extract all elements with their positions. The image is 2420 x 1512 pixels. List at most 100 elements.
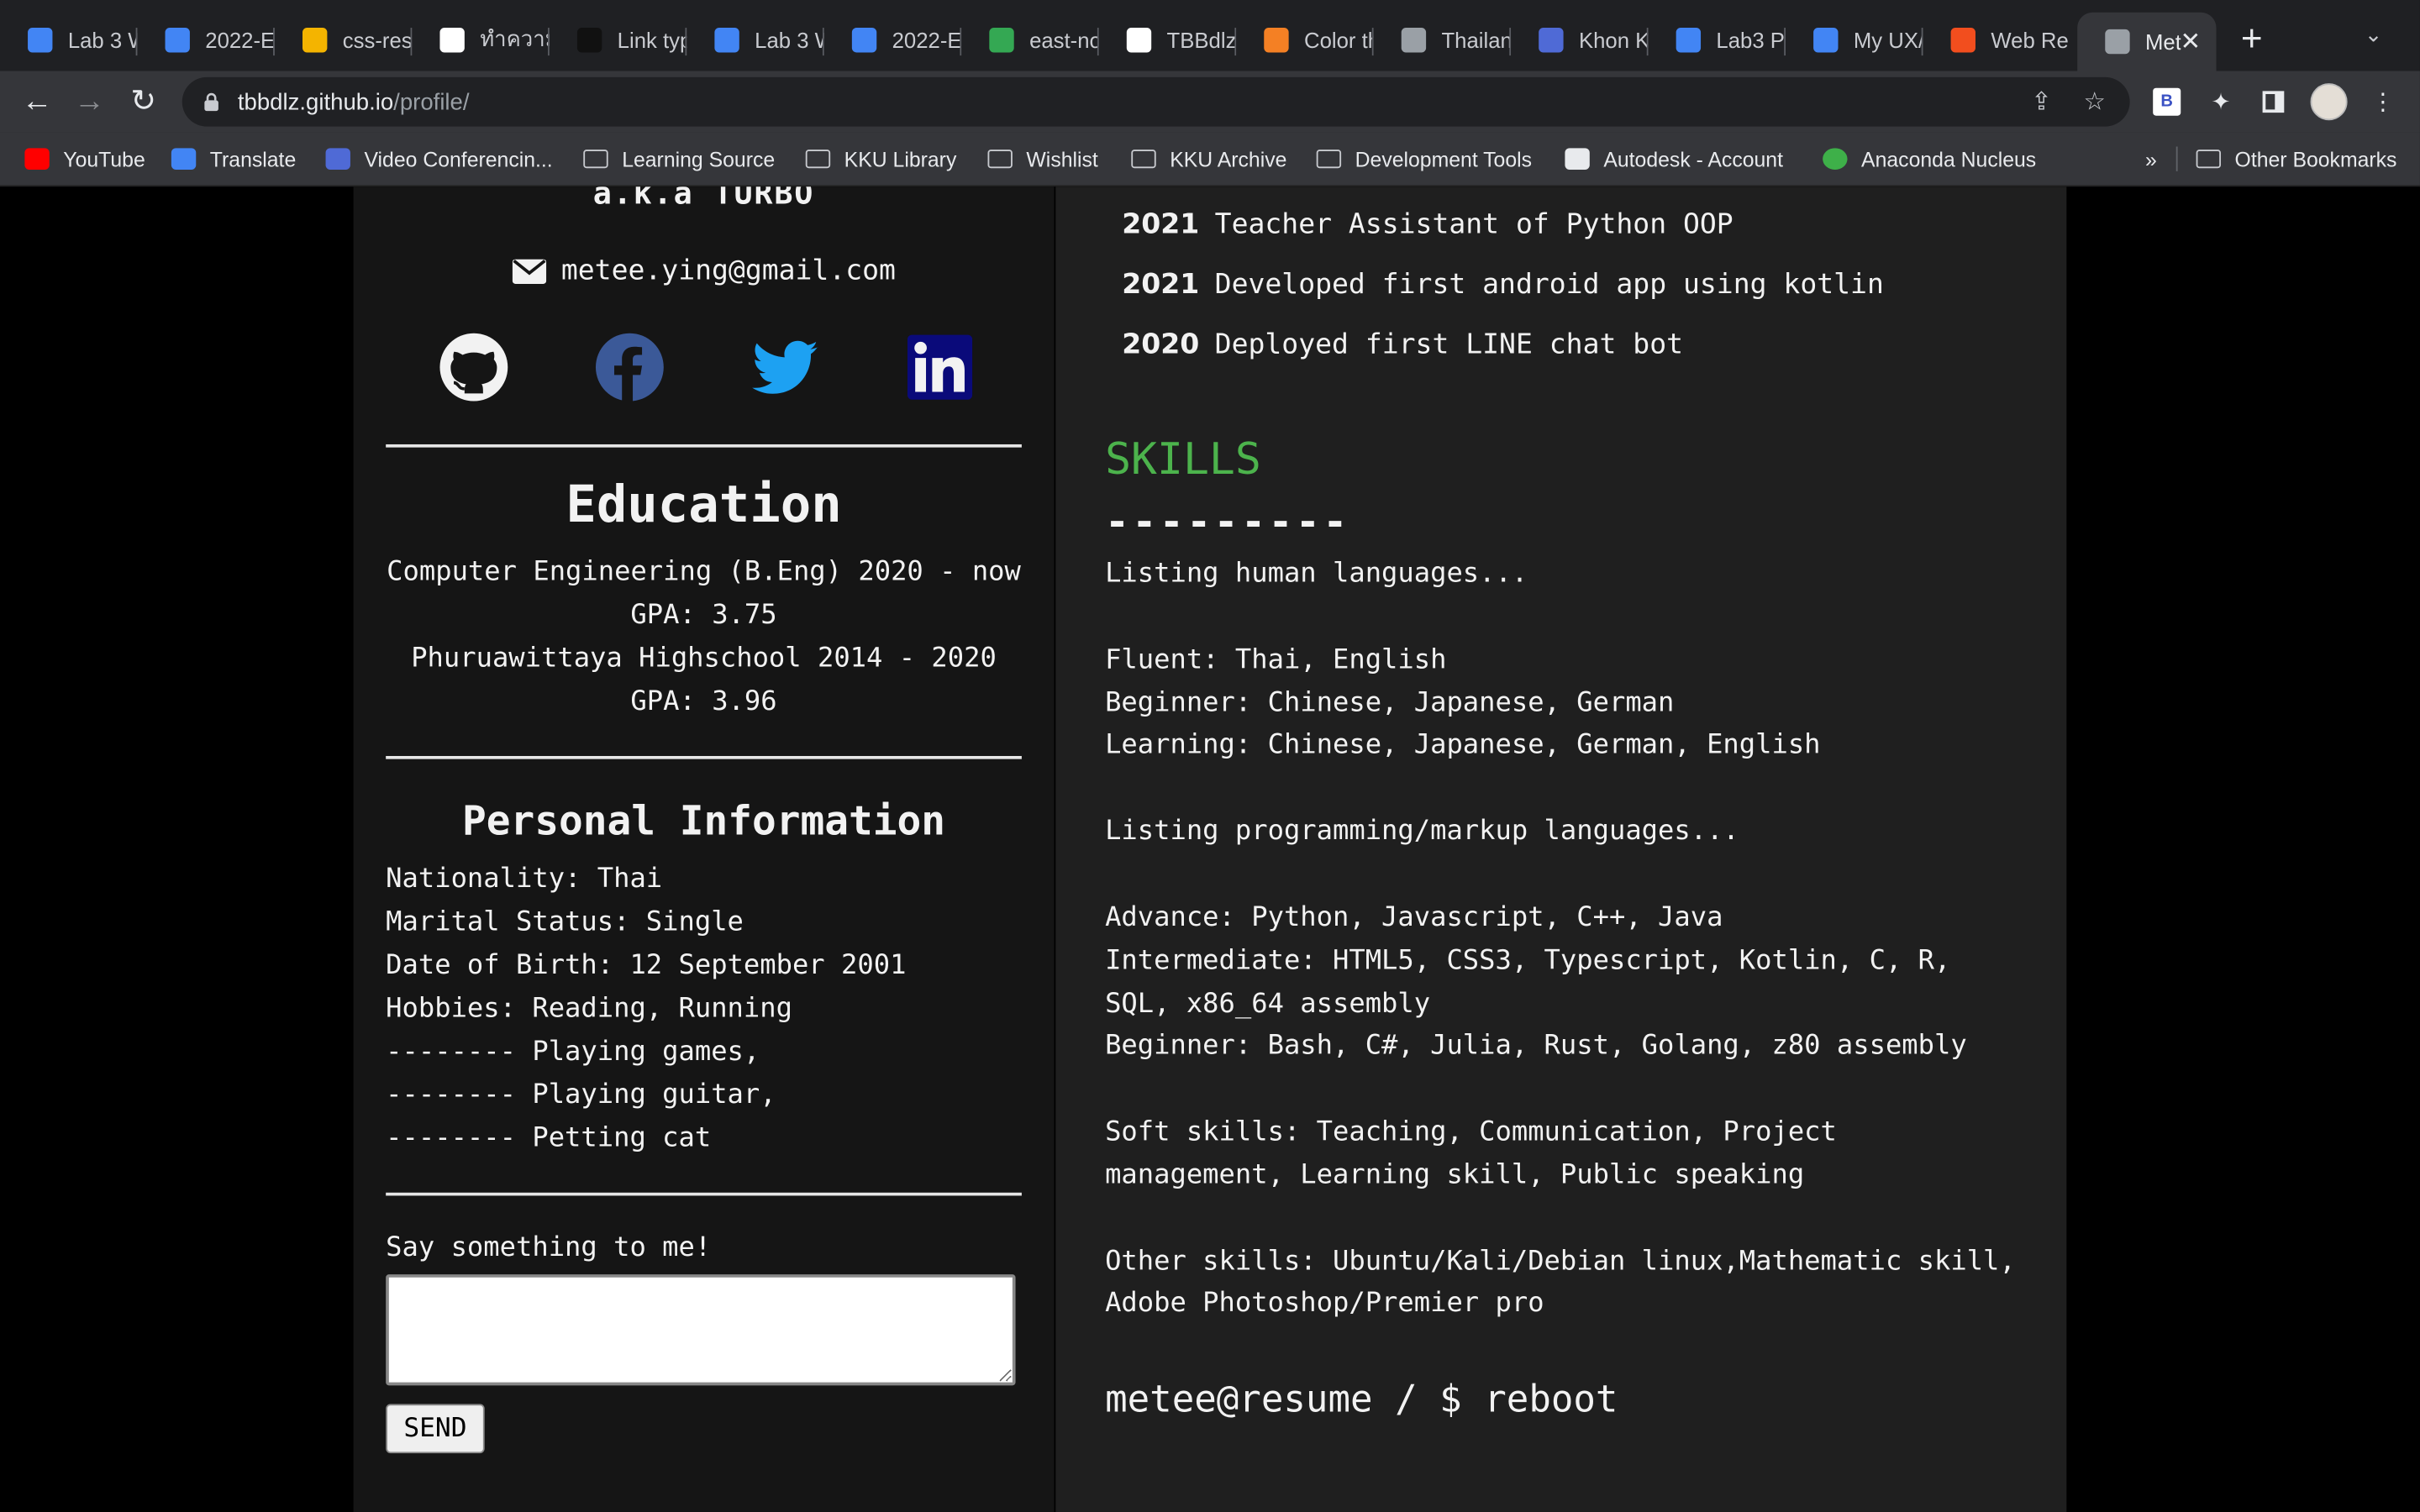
new-tab-button[interactable]: +	[2233, 18, 2270, 61]
address-bar[interactable]: tbbdlz.github.io/profile/ ⇪ ☆	[182, 76, 2130, 127]
bookmark-item[interactable]: Development Tools	[1316, 144, 1533, 175]
tab-title: Thailan	[1441, 28, 1512, 53]
skills-heading: SKILLS	[1105, 433, 1261, 485]
google-slides-icon	[302, 28, 328, 53]
personal-info-line: Nationality: Thai	[386, 864, 663, 895]
tab-title: 2022-E	[892, 28, 962, 53]
linkedin-icon[interactable]	[904, 332, 975, 402]
skills-divider: ---------	[1105, 500, 1350, 547]
close-icon[interactable]: ✕	[2181, 26, 2202, 57]
puzzle-icon[interactable]: ✦	[2204, 85, 2238, 118]
tab-title: Khon K	[1578, 28, 1649, 53]
tab[interactable]: Khon K	[1511, 13, 1649, 68]
email-link[interactable]: metee.ying@gmail.com	[354, 255, 1055, 287]
tab[interactable]: My UX/	[1786, 13, 1923, 68]
send-button[interactable]: SEND	[386, 1404, 485, 1454]
tab[interactable]: Lab 3 W	[0, 13, 138, 68]
tab[interactable]: east-no	[961, 13, 1099, 68]
kebab-menu-icon[interactable]: ⋮	[2366, 85, 2400, 118]
message-textarea[interactable]	[386, 1274, 1016, 1386]
bookmark-label: YouTube	[63, 147, 145, 171]
bookmark-divider	[2175, 146, 2178, 171]
github-icon	[1126, 28, 1152, 53]
bookmarks-overflow-button[interactable]: »	[2145, 144, 2157, 175]
bookmark-item[interactable]: Anaconda Nucleus	[1823, 144, 2036, 175]
medium-icon	[576, 28, 602, 53]
skills-line: Listing human languages...	[1105, 558, 1528, 590]
tab-title: Met	[2145, 29, 2181, 55]
tab[interactable]: 2022-E	[137, 13, 275, 68]
skills-line: Fluent: Thai, English	[1105, 644, 1447, 675]
tab-title: Lab 3 W	[67, 28, 138, 53]
google-docs-icon	[165, 28, 190, 53]
bookmark-label: KKU Library	[844, 147, 957, 171]
back-arrow-icon[interactable]: ←	[17, 81, 57, 122]
browser-window: Lab 3 W 2022-E css-res ทำความ Link typ Lab 3 …	[0, 0, 2420, 1512]
divider	[386, 1192, 1022, 1196]
skills-line: Listing programming/markup languages...	[1105, 816, 1739, 848]
share-icon[interactable]: ⇪	[2031, 77, 2052, 127]
google-docs-icon	[851, 28, 877, 53]
globe-icon	[1401, 28, 1427, 53]
google-classroom-icon	[714, 28, 739, 53]
bookmark-label: KKU Archive	[1170, 147, 1287, 171]
other-bookmarks[interactable]: Other Bookmarks	[2196, 144, 2396, 175]
tab[interactable]: Link typ	[550, 13, 687, 68]
tab[interactable]: css-res	[275, 13, 413, 68]
skills-line: Beginner: Chinese, Japanese, German	[1105, 687, 1675, 719]
bookmark-item[interactable]: Autodesk - Account	[1565, 144, 1783, 175]
reload-icon[interactable]: ↻	[124, 81, 164, 122]
resume-main: 2021 Teacher Assistant of Python OOP 2021…	[1055, 186, 2067, 1512]
tab[interactable]: TBBdlz	[1099, 13, 1237, 68]
bookmark-item[interactable]: KKU Archive	[1131, 144, 1286, 175]
anaconda-icon	[1823, 148, 1848, 171]
extension-b-icon[interactable]: B	[2150, 85, 2184, 118]
bookmark-item[interactable]: Learning Source	[583, 144, 775, 175]
divider	[386, 755, 1022, 759]
github-icon[interactable]	[439, 332, 509, 402]
tab[interactable]: ทำความ	[412, 13, 550, 68]
forward-arrow-icon[interactable]: →	[70, 81, 110, 122]
bookmark-item[interactable]: Wishlist	[987, 144, 1098, 175]
google-translate-icon	[171, 148, 197, 171]
tab-title: Lab 3 W	[755, 28, 824, 53]
terminal-prompt: metee@resume / $ reboot	[1105, 1378, 1618, 1421]
divider	[386, 444, 1022, 448]
profile-sidebar: a.k.a TURBO metee.ying@gmail.com Educati…	[353, 186, 1055, 1512]
bookmark-item[interactable]: Translate	[171, 144, 296, 175]
tab[interactable]: Lab 3 W	[687, 13, 824, 68]
timeline-item: 2021 Developed first android app using ko…	[1122, 269, 1884, 302]
skills-line: SQL, x86_64 assembly	[1105, 988, 1431, 1020]
star-icon[interactable]: ☆	[2084, 77, 2106, 127]
bookmark-label: Development Tools	[1355, 147, 1533, 171]
chevron-down-icon[interactable]: ⌄	[2365, 22, 2383, 48]
bookmark-item[interactable]: KKU Library	[805, 144, 957, 175]
facebook-icon[interactable]	[594, 332, 665, 402]
tab[interactable]: Thailan	[1374, 13, 1512, 68]
skills-line: Advance: Python, Javascript, C++, Java	[1105, 902, 1723, 933]
bookmark-item[interactable]: Video Conferencin...	[325, 144, 553, 175]
tab[interactable]: Lab3 P	[1649, 13, 1786, 68]
avatar[interactable]	[2309, 81, 2349, 122]
personal-info-line: -------- Playing guitar,	[386, 1079, 776, 1111]
tab[interactable]: Met ✕	[2077, 12, 2217, 71]
tab-title: Lab3 P	[1716, 28, 1785, 53]
skills-line: management, Learning skill, Public speak…	[1105, 1159, 1805, 1191]
bookmark-label: Anaconda Nucleus	[1861, 147, 2037, 171]
timeline-item: 2020 Deployed first LINE chat bot	[1122, 328, 1683, 361]
timeline-year: 2020	[1122, 328, 1200, 361]
bookmark-label: Learning Source	[622, 147, 776, 171]
folder-icon	[583, 150, 608, 169]
tab[interactable]: 2022-E	[824, 13, 962, 68]
education-line: Computer Engineering (B.Eng) 2020 - now	[387, 557, 1021, 588]
folder-icon	[987, 150, 1013, 169]
tab-title: 2022-E	[205, 28, 275, 53]
sidebar-icon[interactable]	[2256, 85, 2290, 118]
tab-strip: Lab 3 W 2022-E css-res ทำความ Link typ Lab 3 …	[0, 0, 2420, 71]
bookmark-item[interactable]: YouTube	[24, 144, 145, 175]
education-line: GPA: 3.96	[630, 686, 777, 718]
tab[interactable]: Web Re	[1923, 13, 2078, 68]
tab[interactable]: Color th	[1236, 13, 1374, 68]
bookmark-label: Autodesk - Account	[1603, 147, 1783, 171]
twitter-icon[interactable]	[750, 332, 821, 402]
